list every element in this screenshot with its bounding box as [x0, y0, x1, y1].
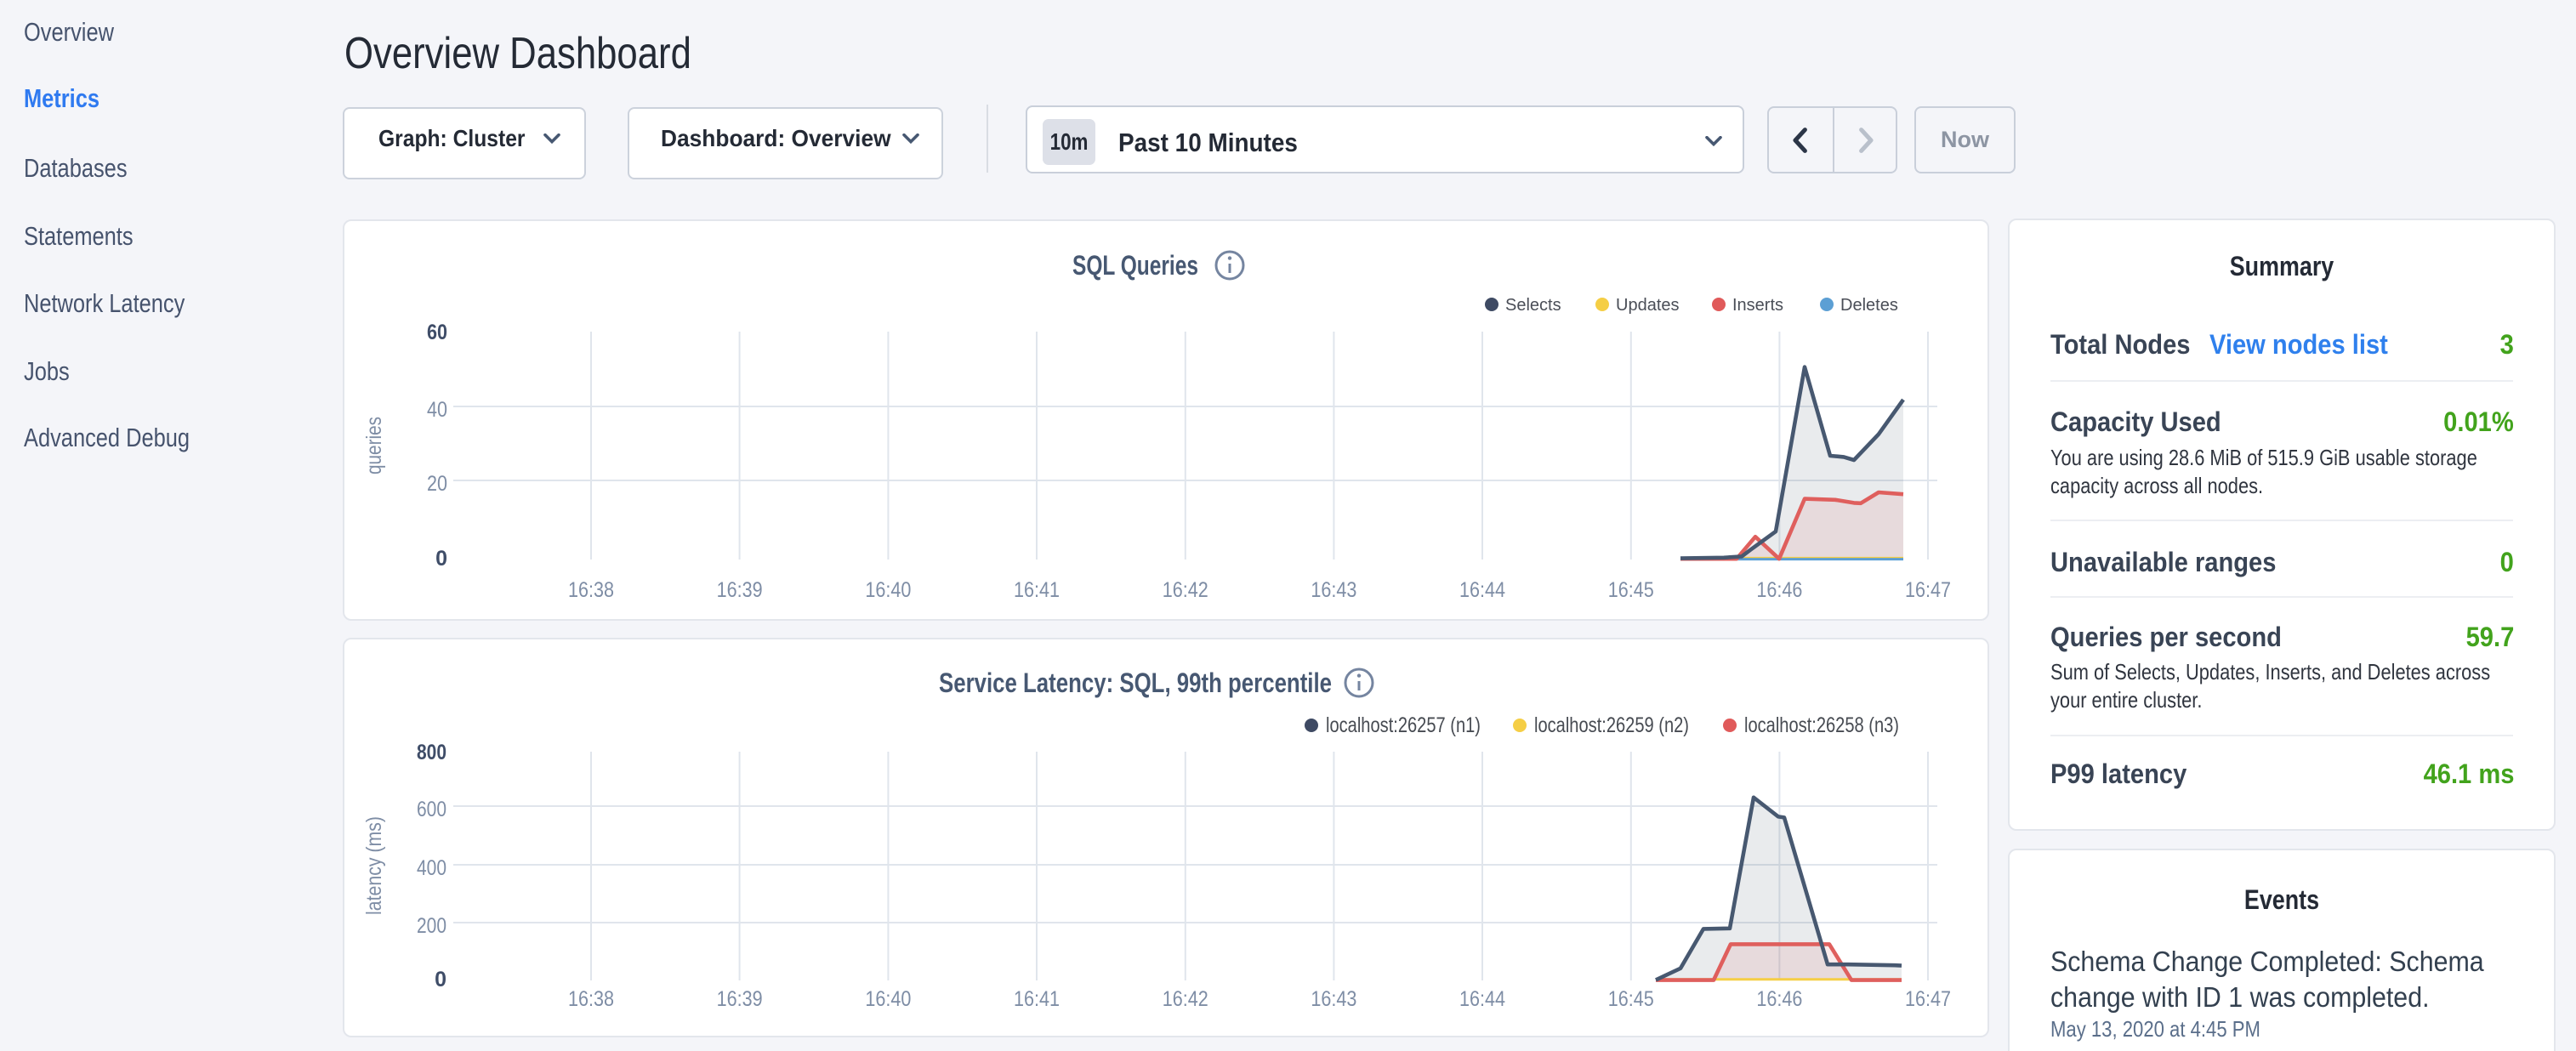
svg-text:Service Latency: SQL, 99th per: Service Latency: SQL, 99th percentile: [939, 668, 1332, 698]
svg-text:16:47: 16:47: [1905, 578, 1951, 602]
svg-text:16:42: 16:42: [1163, 578, 1208, 602]
svg-text:20: 20: [427, 472, 447, 496]
svg-text:Deletes: Deletes: [1840, 296, 1898, 315]
svg-text:queries: queries: [362, 417, 386, 474]
svg-text:16:46: 16:46: [1756, 578, 1802, 602]
svg-text:16:40: 16:40: [865, 987, 911, 1011]
svg-text:40: 40: [427, 398, 447, 422]
svg-text:16:38: 16:38: [568, 987, 614, 1011]
svg-text:Selects: Selects: [1505, 296, 1561, 315]
svg-text:16:45: 16:45: [1608, 578, 1654, 602]
svg-text:16:38: 16:38: [568, 578, 614, 602]
svg-text:16:41: 16:41: [1014, 578, 1060, 602]
svg-text:16:46: 16:46: [1756, 987, 1802, 1011]
svg-text:16:44: 16:44: [1459, 578, 1505, 602]
svg-text:800: 800: [417, 741, 446, 764]
svg-text:localhost:26257 (n1): localhost:26257 (n1): [1326, 713, 1481, 737]
svg-text:16:42: 16:42: [1163, 987, 1208, 1011]
svg-text:latency (ms): latency (ms): [362, 816, 386, 915]
svg-text:16:40: 16:40: [865, 578, 911, 602]
svg-text:16:39: 16:39: [717, 987, 763, 1011]
svg-text:localhost:26259 (n2): localhost:26259 (n2): [1534, 713, 1689, 737]
svg-text:localhost:26258 (n3): localhost:26258 (n3): [1744, 713, 1899, 737]
svg-text:60: 60: [427, 321, 447, 344]
svg-text:Updates: Updates: [1616, 296, 1680, 315]
svg-text:SQL Queries: SQL Queries: [1072, 250, 1198, 281]
svg-text:Inserts: Inserts: [1732, 296, 1783, 315]
svg-text:16:45: 16:45: [1608, 987, 1654, 1011]
svg-text:16:43: 16:43: [1311, 987, 1356, 1011]
svg-text:16:47: 16:47: [1905, 987, 1951, 1011]
svg-text:600: 600: [417, 798, 446, 821]
svg-text:16:44: 16:44: [1459, 987, 1505, 1011]
svg-text:200: 200: [417, 914, 446, 938]
svg-text:400: 400: [417, 856, 446, 880]
svg-text:16:43: 16:43: [1311, 578, 1356, 602]
svg-text:0: 0: [435, 968, 446, 991]
svg-text:0: 0: [435, 547, 447, 571]
svg-text:16:39: 16:39: [717, 578, 763, 602]
svg-text:16:41: 16:41: [1014, 987, 1060, 1011]
